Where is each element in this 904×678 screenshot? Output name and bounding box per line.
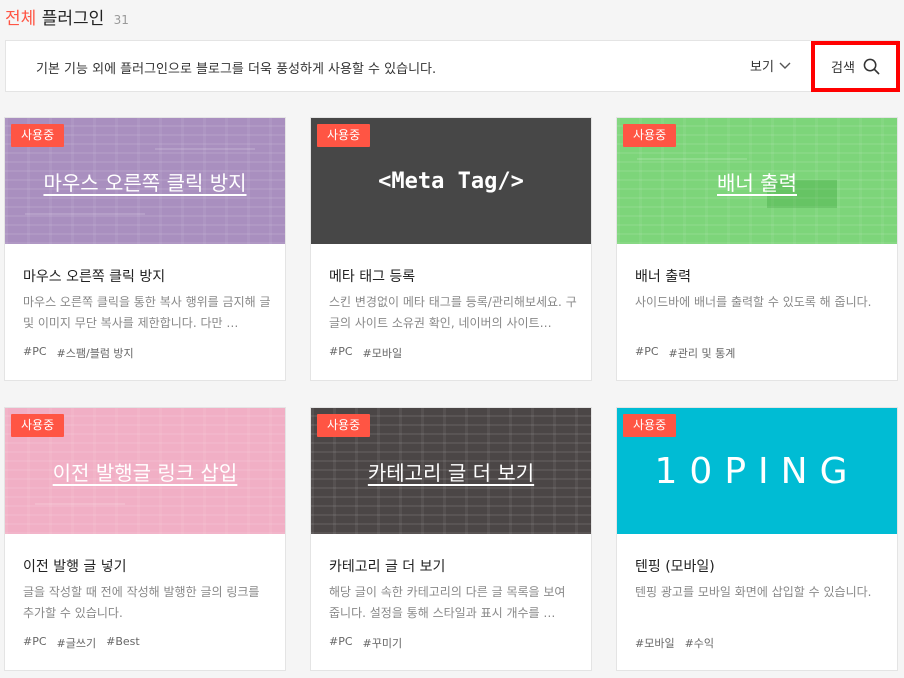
tag[interactable]: #관리 및 통계: [669, 345, 736, 361]
page-title: 전체 플러그인 31: [5, 4, 129, 29]
plugin-description: 글을 작성할 때 전에 작성해 발행한 글의 링크를 추가할 수 있습니다.: [23, 585, 260, 620]
plugin-thumbnail: <Meta Tag/> 사용중: [311, 118, 591, 244]
plugin-thumbnail-text: 마우스 오른쪽 클릭 방지: [43, 170, 247, 195]
plugin-title: 카테고리 글 더 보기: [329, 559, 446, 575]
plugin-thumbnail-text: 이전 발행글 링크 삽입: [52, 460, 238, 485]
plugin-description: 텐핑 광고를 모바일 화면에 삽입할 수 있습니다.: [635, 585, 872, 599]
tag[interactable]: #PC: [329, 635, 353, 651]
info-bar: 기본 기능 외에 플러그인으로 블로그를 더욱 풍성하게 사용할 수 있습니다.…: [5, 40, 900, 92]
plugin-tags: #PC #관리 및 통계: [635, 345, 735, 361]
tag[interactable]: #PC: [329, 345, 353, 361]
page-title-text: 플러그인: [41, 9, 105, 29]
plugin-thumbnail-text: 카테고리 글 더 보기: [367, 460, 535, 485]
plugin-thumbnail-text: 배너 출력: [717, 170, 797, 195]
plugin-title: 마우스 오른쪽 클릭 방지: [23, 269, 166, 285]
plugin-card-right-click-block[interactable]: 마우스 오른쪽 클릭 방지 사용중 마우스 오른쪽 클릭 방지 마우스 오른쪽 …: [4, 117, 286, 381]
info-text: 기본 기능 외에 플러그인으로 블로그를 더욱 풍성하게 사용할 수 있습니다.: [36, 62, 437, 77]
plugin-tags: #PC #모바일: [329, 345, 402, 361]
tenping-logo: 10PING: [654, 450, 860, 492]
status-badge: 사용중: [11, 414, 65, 437]
plugin-tags: #모바일 #수익: [635, 635, 714, 651]
plugin-thumbnail: 카테고리 글 더 보기 사용중: [311, 408, 591, 534]
tag[interactable]: #글쓰기: [57, 635, 97, 651]
plugin-title: 메타 태그 등록: [329, 269, 416, 285]
plugin-card-tenping[interactable]: 10PING 사용중 텐핑 (모바일) 텐핑 광고를 모바일 화면에 삽입할 수…: [616, 407, 898, 671]
plugin-thumbnail: 이전 발행글 링크 삽입 사용중: [5, 408, 285, 534]
plugin-thumbnail: 10PING 사용중: [617, 408, 897, 534]
view-label: 보기: [750, 60, 774, 75]
plugin-description: 해당 글이 속한 카테고리의 다른 글 목록을 보여 줍니다. 설정을 통해 스…: [329, 585, 566, 620]
tag[interactable]: #꾸미기: [363, 635, 403, 651]
plugin-thumbnail-text: <Meta Tag/>: [378, 168, 524, 194]
search-label: 검색: [831, 61, 855, 76]
chevron-down-icon: [779, 62, 791, 69]
plugin-title: 텐핑 (모바일): [635, 559, 715, 575]
plugin-description: 스킨 변경없이 메타 태그를 등록/관리해보세요. 구글의 사이트 소유권 확인…: [329, 295, 577, 330]
plugin-card-banner[interactable]: 배너 출력 사용중 배너 출력 사이드바에 배너를 출력할 수 있도록 해 줍니…: [616, 117, 898, 381]
plugin-description: 마우스 오른쪽 클릭을 통한 복사 행위를 금지해 글 및 이미지 무단 복사를…: [23, 295, 271, 330]
tag[interactable]: #PC: [635, 345, 659, 361]
view-dropdown-button[interactable]: 보기: [750, 56, 791, 75]
status-badge: 사용중: [11, 124, 65, 147]
tag[interactable]: #PC: [23, 345, 47, 361]
tag[interactable]: #모바일: [635, 635, 675, 651]
tag[interactable]: #수익: [685, 635, 714, 651]
plugin-description: 사이드바에 배너를 출력할 수 있도록 해 줍니다.: [635, 295, 872, 309]
status-badge: 사용중: [623, 124, 677, 147]
plugin-thumbnail: 배너 출력 사용중: [617, 118, 897, 244]
status-badge: 사용중: [623, 414, 677, 437]
plugin-card-previous-post[interactable]: 이전 발행글 링크 삽입 사용중 이전 발행 글 넣기 글을 작성할 때 전에 …: [4, 407, 286, 671]
plugin-count: 31: [113, 13, 129, 27]
tag[interactable]: #Best: [106, 635, 140, 651]
plugin-card-category-more[interactable]: 카테고리 글 더 보기 사용중 카테고리 글 더 보기 해당 글이 속한 카테고…: [310, 407, 592, 671]
plugin-title: 배너 출력: [635, 269, 691, 285]
plugin-tags: #PC #꾸미기: [329, 635, 402, 651]
page-title-accent: 전체: [5, 9, 37, 29]
tag[interactable]: #스팸/블럼 방지: [57, 345, 134, 361]
status-badge: 사용중: [317, 124, 371, 147]
status-badge: 사용중: [317, 414, 371, 437]
plugin-tags: #PC #글쓰기 #Best: [23, 635, 140, 651]
plugin-tags: #PC #스팸/블럼 방지: [23, 345, 134, 361]
search-button[interactable]: 검색: [811, 41, 900, 92]
tag[interactable]: #PC: [23, 635, 47, 651]
plugin-thumbnail: 마우스 오른쪽 클릭 방지 사용중: [5, 118, 285, 244]
plugin-card-meta-tag[interactable]: <Meta Tag/> 사용중 메타 태그 등록 스킨 변경없이 메타 태그를 …: [310, 117, 592, 381]
search-icon: [863, 58, 880, 75]
plugin-title: 이전 발행 글 넣기: [23, 559, 127, 575]
tag[interactable]: #모바일: [363, 345, 403, 361]
